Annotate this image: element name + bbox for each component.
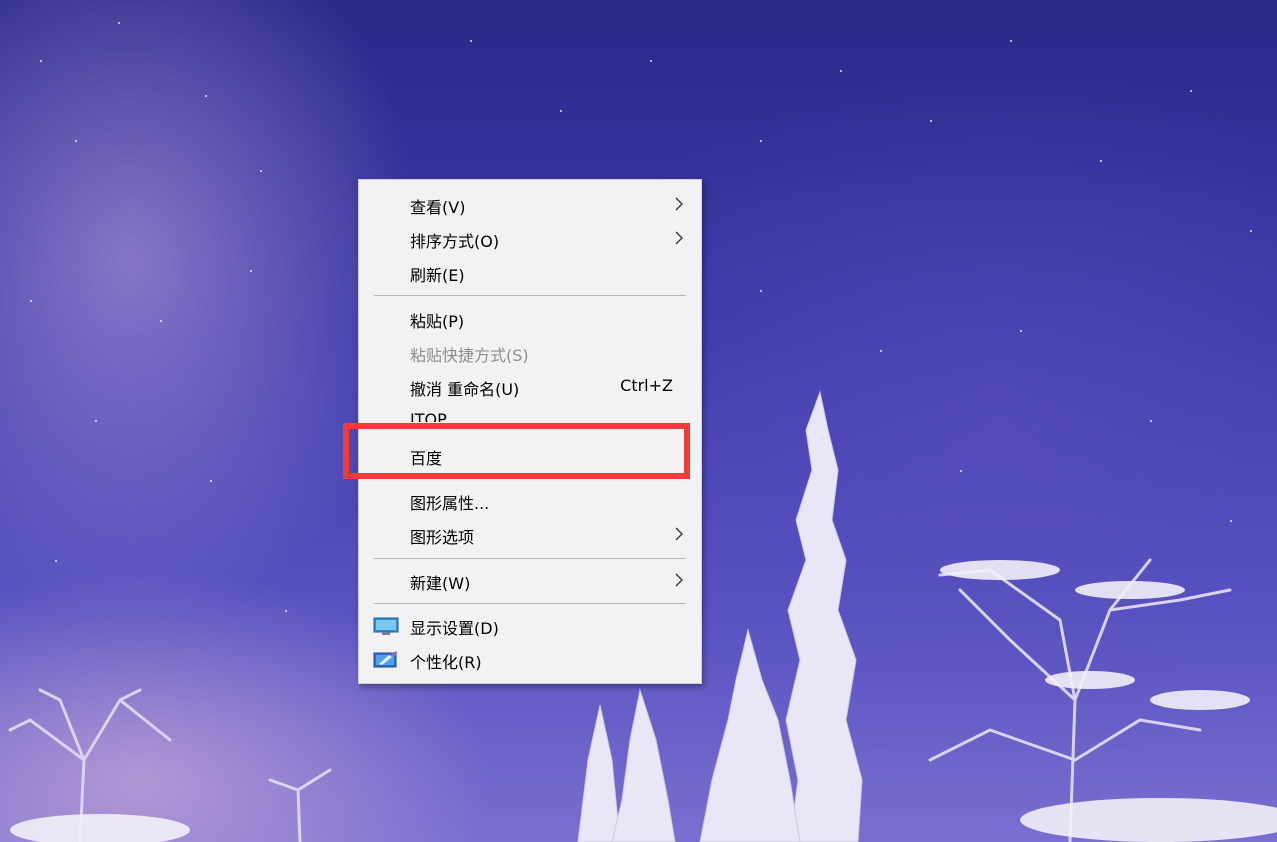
menu-item-label: 个性化(R) <box>410 653 482 672</box>
menu-item-label: 百度 <box>410 449 443 468</box>
chevron-right-icon <box>675 231 683 245</box>
chevron-right-icon <box>675 573 683 587</box>
menu-item-label: 排序方式(O) <box>410 232 500 251</box>
chevron-right-icon <box>675 197 683 211</box>
menu-item-sort-by[interactable]: 排序方式(O) <box>359 222 701 254</box>
menu-item-paste[interactable]: 粘贴(P) <box>359 302 701 334</box>
menu-item-label: 图形选项 <box>410 528 475 547</box>
menu-item-label: 刷新(E) <box>410 266 465 285</box>
menu-separator <box>374 295 686 296</box>
personalize-icon <box>373 651 397 668</box>
menu-item-itop[interactable]: ITOP <box>359 404 701 422</box>
menu-separator <box>374 603 686 604</box>
menu-item-graphics-options[interactable]: 图形选项 <box>359 518 701 550</box>
menu-item-view[interactable]: 查看(V) <box>359 188 701 220</box>
chevron-right-icon <box>675 527 683 541</box>
menu-item-shortcut: Ctrl+Z <box>620 376 673 395</box>
menu-item-graphics-properties[interactable]: 图形属性... <box>359 484 701 516</box>
desktop[interactable]: 查看(V) 排序方式(O) 刷新(E) 粘贴(P) 粘贴快捷方式(S) 撤消 重… <box>0 0 1277 842</box>
menu-item-label: 粘贴快捷方式(S) <box>410 346 529 365</box>
menu-item-paste-shortcut: 粘贴快捷方式(S) <box>359 336 701 368</box>
menu-item-display-settings[interactable]: 显示设置(D) <box>359 609 701 641</box>
menu-item-label: 粘贴(P) <box>410 312 465 331</box>
menu-item-new[interactable]: 新建(W) <box>359 564 701 596</box>
menu-item-label: ITOP <box>410 410 447 422</box>
menu-item-label: 查看(V) <box>410 198 466 217</box>
menu-separator <box>374 558 686 559</box>
menu-item-undo-rename[interactable]: 撤消 重命名(U) Ctrl+Z <box>359 370 701 402</box>
menu-item-label: 撤消 重命名(U) <box>410 380 520 399</box>
menu-item-baidu[interactable]: 百度 <box>359 439 701 471</box>
menu-item-label: 图形属性... <box>410 494 490 513</box>
menu-item-label: 显示设置(D) <box>410 619 499 638</box>
menu-item-personalize[interactable]: 个性化(R) <box>359 643 701 675</box>
display-settings-icon <box>373 617 399 635</box>
menu-item-refresh[interactable]: 刷新(E) <box>359 256 701 288</box>
menu-item-label: 新建(W) <box>410 574 471 593</box>
desktop-context-menu: 查看(V) 排序方式(O) 刷新(E) 粘贴(P) 粘贴快捷方式(S) 撤消 重… <box>358 179 702 684</box>
